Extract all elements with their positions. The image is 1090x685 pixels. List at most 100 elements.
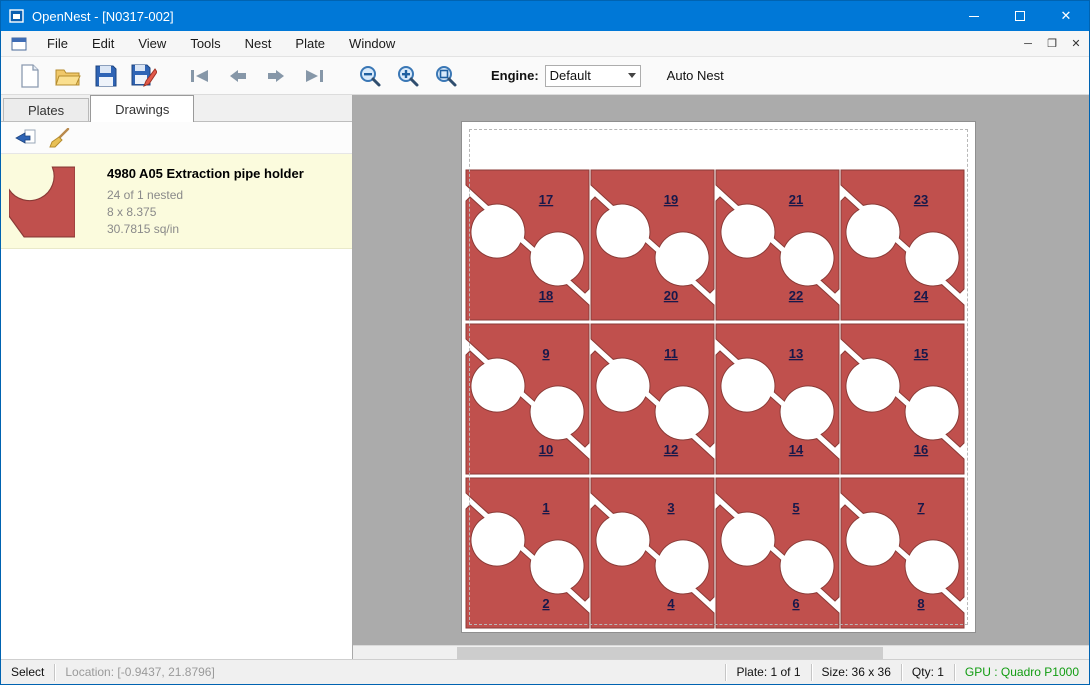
scrollbar-thumb[interactable] — [457, 647, 883, 659]
app-window: OpenNest - [N0317-002] ✕ File Edit View … — [0, 0, 1090, 685]
status-location: Location: [-0.9437, 21.8796] — [55, 665, 224, 679]
part-number: 19 — [664, 192, 678, 207]
drawing-nested-count: 24 of 1 nested — [107, 187, 304, 204]
mdi-minimize-button[interactable]: ─ — [1017, 34, 1039, 54]
zoom-in-icon — [396, 64, 420, 88]
part-number: 24 — [914, 288, 929, 303]
zoom-in-button[interactable] — [391, 60, 425, 92]
part-number: 22 — [789, 288, 803, 303]
content-area: Plates Drawings — [1, 95, 1089, 659]
part-number: 1 — [542, 500, 549, 515]
engine-label: Engine: — [491, 68, 539, 83]
close-icon: ✕ — [1061, 8, 1072, 24]
plate[interactable]: 171819202122232491011121314151612345678 — [461, 121, 976, 633]
open-button[interactable] — [51, 60, 85, 92]
minimize-button[interactable] — [951, 1, 997, 31]
drawing-list: 4980 A05 Extraction pipe holder 24 of 1 … — [1, 154, 352, 659]
status-size: Size: 36 x 36 — [812, 665, 901, 679]
nest-pair[interactable]: 1920 — [591, 170, 714, 320]
new-button[interactable] — [13, 60, 47, 92]
part-number: 8 — [917, 596, 924, 611]
last-arrow-icon — [303, 68, 325, 84]
nest-pair[interactable]: 11 12 — [591, 324, 714, 474]
tab-strip: Plates Drawings — [1, 95, 352, 122]
nest-pair[interactable]: 2122 — [716, 170, 839, 320]
main-toolbar: Engine: Default Auto Nest — [1, 57, 1089, 95]
engine-combobox[interactable]: Default — [545, 65, 641, 87]
maximize-icon — [1015, 11, 1025, 21]
mdi-document-icon — [11, 37, 27, 51]
mdi-close-button[interactable]: ✕ — [1065, 34, 1087, 54]
drawing-list-item[interactable]: 4980 A05 Extraction pipe holder 24 of 1 … — [1, 154, 352, 249]
zoom-fit-button[interactable] — [429, 60, 463, 92]
part-number: 15 — [914, 346, 928, 361]
menu-tools[interactable]: Tools — [178, 32, 232, 55]
combo-dropdown-icon — [628, 73, 636, 78]
previous-arrow-icon — [228, 68, 248, 84]
horizontal-scrollbar[interactable] — [353, 645, 1089, 659]
part-number: 14 — [789, 442, 804, 457]
minimize-icon — [969, 16, 979, 17]
nest-pair[interactable]: 34 — [591, 478, 714, 628]
window-title: OpenNest - [N0317-002] — [32, 9, 174, 24]
app-icon — [9, 8, 25, 24]
first-plate-button[interactable] — [183, 60, 217, 92]
close-button[interactable]: ✕ — [1043, 1, 1089, 31]
nest-pair[interactable]: 23 24 — [841, 170, 964, 320]
maximize-button[interactable] — [997, 1, 1043, 31]
menu-plate[interactable]: Plate — [283, 32, 337, 55]
nest-pair[interactable]: 12 — [466, 478, 589, 628]
part-number: 4 — [667, 596, 675, 611]
nest-drawing[interactable]: 171819202122232491011121314151612345678 — [462, 122, 977, 634]
nest-pair[interactable]: 13 14 — [716, 324, 839, 474]
status-qty: Qty: 1 — [902, 665, 954, 679]
part-number: 16 — [914, 442, 928, 457]
nest-pair[interactable]: 56 — [716, 478, 839, 628]
tab-drawings[interactable]: Drawings — [90, 95, 194, 122]
part-number: 7 — [917, 500, 924, 515]
zoom-out-button[interactable] — [353, 60, 387, 92]
save-as-pencil-icon — [131, 64, 157, 88]
next-plate-button[interactable] — [259, 60, 293, 92]
part-number: 23 — [914, 192, 928, 207]
last-plate-button[interactable] — [297, 60, 331, 92]
menu-view[interactable]: View — [126, 32, 178, 55]
open-folder-icon — [55, 65, 81, 87]
drawing-title: 4980 A05 Extraction pipe holder — [107, 166, 304, 181]
nest-canvas[interactable]: 171819202122232491011121314151612345678 — [353, 95, 1089, 659]
nest-pair[interactable]: 1718 — [466, 170, 589, 320]
previous-plate-button[interactable] — [221, 60, 255, 92]
save-floppy-icon — [95, 65, 117, 87]
auto-nest-button[interactable]: Auto Nest — [659, 63, 732, 88]
nest-pair[interactable]: 1516 — [841, 324, 964, 474]
first-arrow-icon — [189, 68, 211, 84]
clear-broom-button[interactable] — [45, 125, 73, 151]
status-gpu: GPU : Quadro P1000 — [955, 665, 1089, 679]
nest-pair[interactable]: 910 — [466, 324, 589, 474]
part-number: 12 — [664, 442, 678, 457]
part-number: 13 — [789, 346, 803, 361]
nest-pair[interactable]: 78 — [841, 478, 964, 628]
return-part-button[interactable] — [11, 125, 39, 151]
menu-nest[interactable]: Nest — [233, 32, 284, 55]
part-number: 17 — [539, 192, 553, 207]
menu-edit[interactable]: Edit — [80, 32, 126, 55]
title-bar: OpenNest - [N0317-002] ✕ — [1, 1, 1089, 31]
next-arrow-icon — [266, 68, 286, 84]
part-number: 5 — [792, 500, 799, 515]
part-number: 10 — [539, 442, 553, 457]
broom-icon — [48, 128, 70, 148]
drawing-info: 4980 A05 Extraction pipe holder 24 of 1 … — [79, 162, 304, 238]
part-number: 2 — [542, 596, 549, 611]
status-bar: Select Location: [-0.9437, 21.8796] Plat… — [1, 659, 1089, 684]
menu-file[interactable]: File — [35, 32, 80, 55]
zoom-out-icon — [358, 64, 382, 88]
part-number: 18 — [539, 288, 553, 303]
mdi-restore-button[interactable]: ❐ — [1041, 34, 1063, 54]
tab-plates[interactable]: Plates — [3, 98, 89, 121]
save-button[interactable] — [89, 60, 123, 92]
save-as-button[interactable] — [127, 60, 161, 92]
engine-value: Default — [550, 68, 628, 83]
part-number: 11 — [664, 346, 678, 361]
menu-window[interactable]: Window — [337, 32, 407, 55]
